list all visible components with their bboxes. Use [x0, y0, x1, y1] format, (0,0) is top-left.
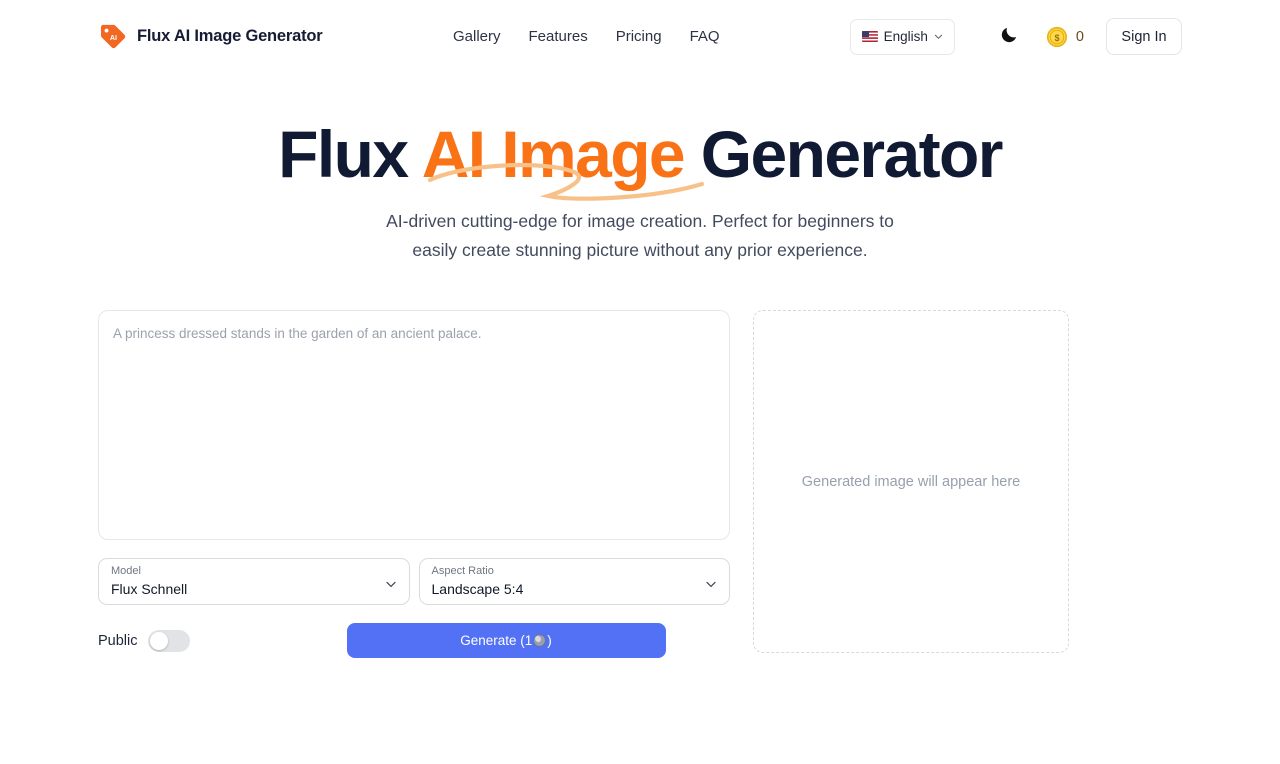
- generator-options-row: Model Flux Schnell Aspect Ratio Landscap…: [98, 558, 730, 606]
- ai-tag-logo-icon: AI: [98, 22, 128, 52]
- brand-logo-link[interactable]: AI Flux AI Image Generator: [98, 22, 323, 52]
- nav-item-pricing[interactable]: Pricing: [616, 28, 662, 45]
- language-selector[interactable]: English: [849, 18, 955, 55]
- hero-subtitle-line-2: easily create stunning picture without a…: [412, 240, 868, 261]
- generate-button-label-suffix: ): [547, 633, 552, 649]
- public-toggle[interactable]: [147, 629, 190, 652]
- model-select-label: Model: [111, 565, 141, 578]
- title-highlight: AI Image: [421, 117, 686, 191]
- preview-placeholder-text: Generated image will appear here: [801, 473, 1021, 490]
- generate-button-label-prefix: Generate (1: [460, 633, 533, 649]
- generator-actions-row: Public Generate (1 ): [98, 623, 730, 659]
- nav-item-gallery[interactable]: Gallery: [453, 28, 501, 45]
- us-flag-icon: [861, 31, 878, 42]
- credits-indicator[interactable]: $ 0: [1046, 26, 1084, 48]
- generator-workspace: Model Flux Schnell Aspect Ratio Landscap…: [0, 310, 1280, 659]
- model-select-value: Flux Schnell: [111, 581, 188, 598]
- site-header: AI Flux AI Image Generator Gallery Featu…: [0, 0, 1280, 73]
- header-actions: English $ 0 Sign In: [849, 0, 1182, 73]
- svg-text:AI: AI: [110, 34, 117, 42]
- dollar-coin-icon: $: [1046, 26, 1068, 48]
- chevron-down-icon: [934, 32, 943, 41]
- coin-icon: [533, 634, 546, 647]
- title-part-2: Generator: [684, 117, 1004, 191]
- moon-icon: [1000, 25, 1019, 49]
- aspect-ratio-select[interactable]: Aspect Ratio Landscape 5:4: [418, 558, 730, 606]
- public-toggle-knob: [149, 631, 168, 650]
- aspect-ratio-select-value: Landscape 5:4: [431, 581, 524, 598]
- theme-toggle-button[interactable]: [998, 25, 1022, 49]
- nav-item-faq[interactable]: FAQ: [690, 28, 720, 45]
- svg-text:$: $: [1054, 32, 1059, 42]
- public-toggle-label: Public: [98, 632, 138, 649]
- generator-controls: Model Flux Schnell Aspect Ratio Landscap…: [98, 310, 730, 659]
- title-part-1: Flux: [278, 117, 422, 191]
- generate-button[interactable]: Generate (1 ): [346, 623, 666, 659]
- brand-name: Flux AI Image Generator: [137, 27, 323, 45]
- public-toggle-group: Public: [98, 629, 190, 652]
- page-title: Flux AI Image Generator: [278, 117, 1004, 191]
- credits-count: 0: [1075, 28, 1084, 45]
- main-navigation: Gallery Features Pricing FAQ: [453, 0, 720, 73]
- hero-subtitle-line-1: AI-driven cutting-edge for image creatio…: [386, 211, 894, 232]
- nav-item-features[interactable]: Features: [529, 28, 588, 45]
- chevron-down-icon: [705, 577, 717, 589]
- hero-subtitle: AI-driven cutting-edge for image creatio…: [0, 207, 1280, 265]
- chevron-down-icon: [385, 577, 397, 589]
- hero-section: Flux AI Image Generator AI-driven cuttin…: [0, 73, 1280, 265]
- language-label: English: [883, 29, 928, 44]
- model-select[interactable]: Model Flux Schnell: [98, 558, 410, 606]
- sign-in-button[interactable]: Sign In: [1106, 18, 1182, 55]
- aspect-ratio-select-label: Aspect Ratio: [431, 565, 494, 578]
- prompt-input[interactable]: [98, 310, 730, 541]
- image-preview-panel[interactable]: Generated image will appear here: [753, 310, 1069, 654]
